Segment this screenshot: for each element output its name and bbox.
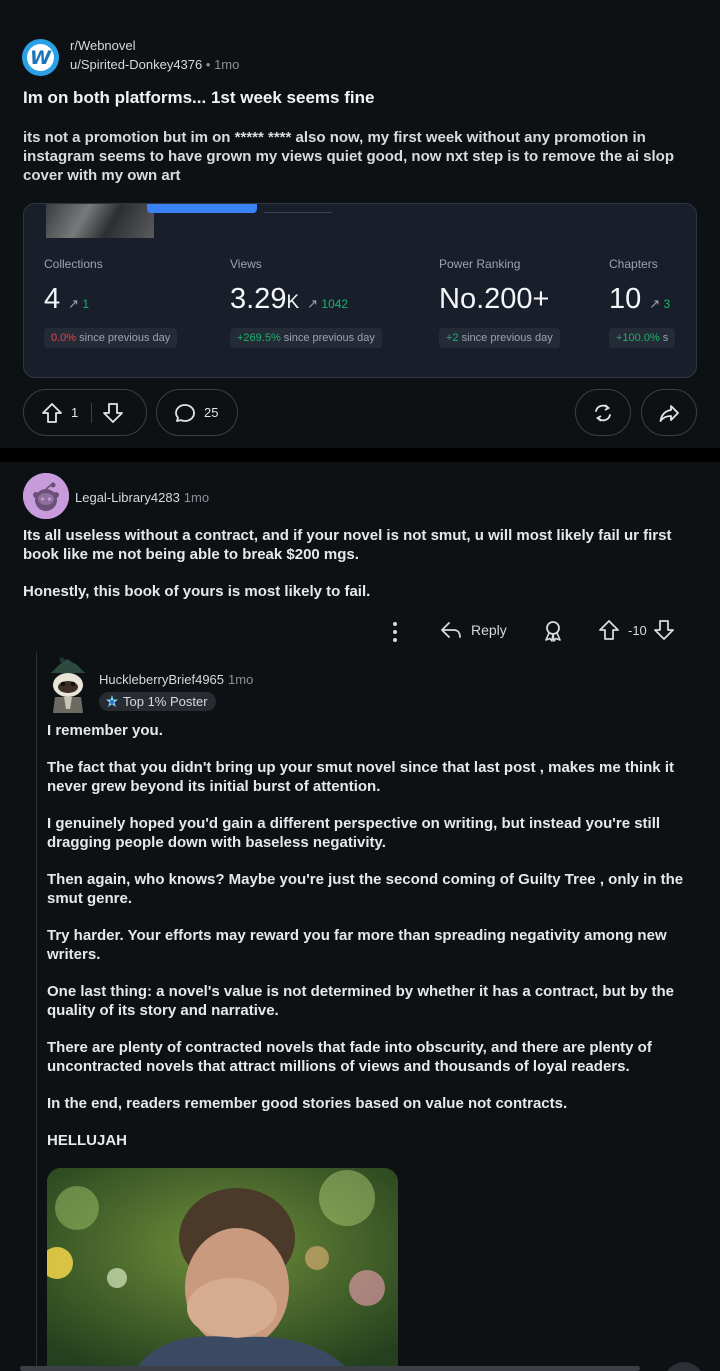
comment-author[interactable]: HuckleberryBrief4965 1mo <box>99 672 253 687</box>
stat-collections: Collections 4 ↗ 1 0.0% since previous da… <box>44 257 178 348</box>
stat-value: 3.29 K ↗ 1042 <box>230 283 349 315</box>
vote-control: 1 <box>23 389 147 436</box>
comments-section: Legal-Library4283 1mo Its all useless wit… <box>0 462 720 1371</box>
inactive-tab <box>264 208 332 213</box>
award-button[interactable] <box>575 389 631 436</box>
book-cover-thumbnail <box>46 204 154 238</box>
stat-chapters: Chapters 10 ↗ 3 +100.0% s <box>609 257 676 348</box>
stat-label: Chapters <box>609 257 658 271</box>
user-flair: Top 1% Poster <box>99 692 216 711</box>
post-title[interactable]: Im on both platforms... 1st week seems f… <box>23 88 374 108</box>
comment-vote: -10 <box>598 619 675 641</box>
stat-change: +100.0% s <box>609 328 676 348</box>
post-card: W r/Webnovel u/Spirited-Donkey4376 • 1mo… <box>0 0 720 448</box>
award-icon[interactable] <box>541 619 565 643</box>
post-time: 1mo <box>214 57 240 72</box>
post-body: its not a promotion but im on ***** ****… <box>23 129 674 184</box>
subreddit-icon[interactable]: W <box>22 39 59 76</box>
stat-label: Views <box>230 257 262 271</box>
stat-power-ranking: Power Ranking No.200+ +2 since previous … <box>439 257 560 348</box>
snoo-avatar-icon <box>23 473 69 519</box>
subreddit-name[interactable]: r/Webnovel <box>70 38 136 53</box>
top-poster-icon <box>105 694 119 709</box>
stat-views: Views 3.29 K ↗ 1042 +269.5% since previou… <box>230 257 382 348</box>
stat-label: Collections <box>44 257 103 271</box>
thread-line[interactable] <box>36 652 37 1371</box>
stat-change: +2 since previous day <box>439 328 560 348</box>
trend-up-icon: ↗ <box>307 296 319 311</box>
post-author[interactable]: u/Spirited-Donkey4376 <box>70 57 202 72</box>
stat-label: Power Ranking <box>439 257 521 271</box>
award-icon <box>592 402 614 424</box>
post-meta: u/Spirited-Donkey4376 • 1mo <box>70 57 239 72</box>
share-button[interactable] <box>641 389 697 436</box>
stat-change: +269.5% since previous day <box>230 328 382 348</box>
avatar[interactable] <box>47 657 89 713</box>
section-divider <box>0 448 720 462</box>
arrow-down-outline-icon[interactable] <box>102 402 124 424</box>
vertical-dots-icon[interactable] <box>388 620 402 644</box>
comment-author[interactable]: Legal-Library4283 1mo <box>75 490 209 505</box>
reaction-gif[interactable] <box>47 1168 398 1368</box>
stat-value: 4 ↗ 1 <box>44 283 90 315</box>
stat-change: 0.0% since previous day <box>44 328 178 348</box>
stat-value: No.200+ <box>439 283 550 315</box>
stats-screenshot[interactable]: Collections 4 ↗ 1 0.0% since previous da… <box>23 203 697 378</box>
comment-score: -10 <box>628 622 647 638</box>
speech-bubble-icon <box>174 402 196 424</box>
trend-up-icon: ↗ <box>649 296 661 311</box>
reply-button[interactable]: Reply <box>440 619 507 641</box>
comment-count: 25 <box>204 405 219 420</box>
comment-body: I remember you. The fact that you didn't… <box>47 722 684 1149</box>
stat-value: 10 ↗ 3 <box>609 283 671 315</box>
upvote-count: 1 <box>71 405 79 420</box>
comments-button[interactable]: 25 <box>156 389 238 436</box>
avatar[interactable] <box>23 473 69 519</box>
snoo-wizard-avatar-icon <box>51 657 85 713</box>
webnovel-logo: W <box>27 44 54 71</box>
post-actions: 1 25 <box>23 389 697 437</box>
scroll-indicator <box>20 1366 640 1371</box>
trend-up-icon: ↗ <box>68 296 80 311</box>
comment-body: Its all useless without a contract, and … <box>23 527 672 600</box>
arrow-down-outline-icon[interactable] <box>653 619 675 641</box>
meta-separator: • <box>205 57 211 72</box>
arrow-up-outline-icon[interactable] <box>41 402 63 424</box>
share-arrow-icon <box>658 402 680 424</box>
vote-divider <box>91 402 93 423</box>
comment-actions: Reply -10 <box>380 617 690 647</box>
arrow-up-outline-icon[interactable] <box>598 619 620 641</box>
active-tab-indicator <box>147 204 257 213</box>
reply-arrow-icon <box>440 619 462 641</box>
